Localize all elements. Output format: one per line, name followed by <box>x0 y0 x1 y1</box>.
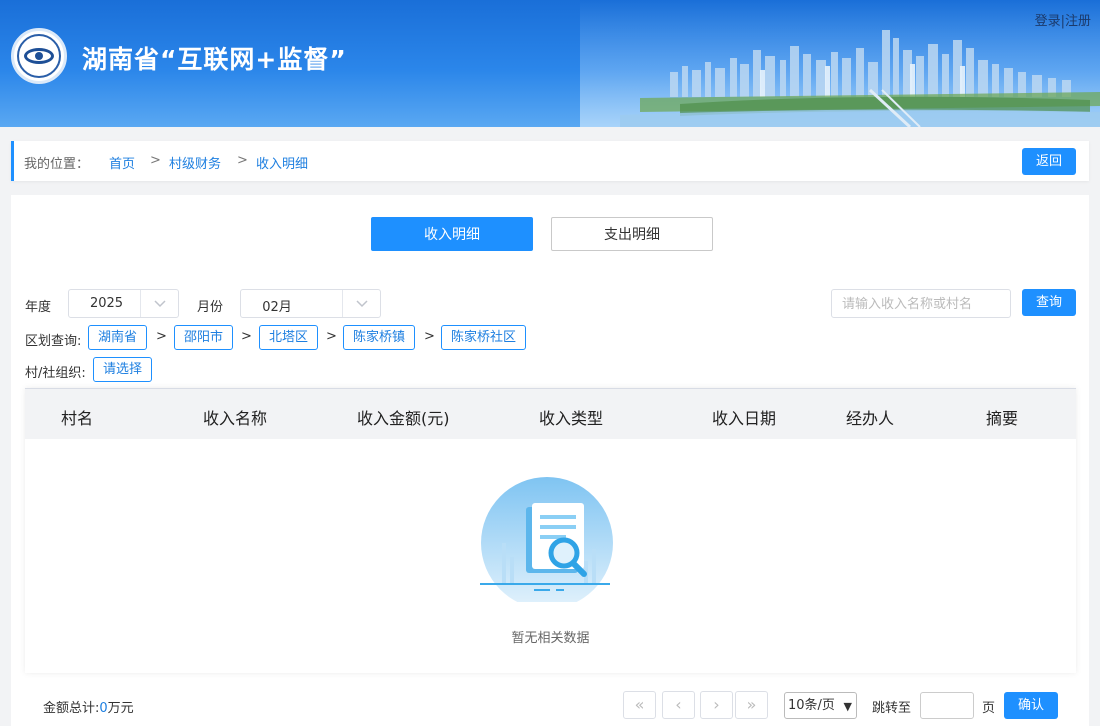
query-button[interactable]: 查询 <box>1022 289 1076 316</box>
auth-links: 登录|注册 <box>1035 10 1091 29</box>
year-label: 年度 <box>25 300 52 315</box>
region-separator: > <box>326 329 337 344</box>
first-page-button[interactable]: « <box>623 691 656 719</box>
chevron-down-icon <box>342 290 380 317</box>
region-tag-community[interactable]: 陈家桥社区 <box>441 325 527 350</box>
tab-expense-detail[interactable]: 支出明细 <box>551 217 713 251</box>
chevron-down-icon <box>140 290 178 317</box>
total-unit: 万元 <box>107 701 134 716</box>
breadcrumb-village-finance[interactable]: 村级财务 <box>169 153 221 172</box>
tab-income-detail[interactable]: 收入明细 <box>371 217 533 251</box>
chevron-down-icon: ▼ <box>843 700 852 713</box>
page-unit-label: 页 <box>982 701 996 716</box>
income-table: 村名 收入名称 收入金额(元) 收入类型 收入日期 经办人 摘要 暂无相关数据 <box>25 388 1076 673</box>
search-input[interactable] <box>831 289 1011 318</box>
org-label: 村/社组织: <box>25 366 86 381</box>
table-header: 村名 收入名称 收入金额(元) 收入类型 收入日期 经办人 摘要 <box>25 389 1076 439</box>
page-size-select[interactable]: 10条/页 ▼ <box>784 692 857 719</box>
register-link[interactable]: 注册 <box>1065 14 1091 29</box>
last-page-button[interactable]: » <box>735 691 768 719</box>
empty-data-text: 暂无相关数据 <box>511 631 590 646</box>
jump-page-input[interactable] <box>920 692 974 719</box>
region-tag-province[interactable]: 湖南省 <box>88 325 148 350</box>
region-separator: > <box>424 329 435 344</box>
page-size-value: 10条/页 <box>788 698 835 713</box>
confirm-button[interactable]: 确认 <box>1004 692 1058 719</box>
column-summary: 摘要 <box>986 409 1019 428</box>
location-label: 我的位置： <box>24 157 90 172</box>
site-title: 湖南省“互联网+监督” <box>82 45 347 74</box>
region-tag-city[interactable]: 邵阳市 <box>174 325 234 350</box>
column-handler: 经办人 <box>846 409 895 428</box>
city-skyline-banner <box>620 30 1100 127</box>
column-income-name: 收入名称 <box>203 409 268 428</box>
region-label: 区划查询: <box>25 334 82 349</box>
total-value: 0 <box>99 701 108 716</box>
login-link[interactable]: 登录 <box>1035 14 1061 29</box>
region-separator: > <box>241 329 252 344</box>
site-header: 湖南省“互联网+监督” 登录|注册 <box>0 0 1100 127</box>
column-income-date: 收入日期 <box>712 409 777 428</box>
breadcrumb: 我的位置： 首页 > 村级财务 > 收入明细 返回 <box>11 141 1089 181</box>
prev-page-button[interactable]: ‹ <box>662 691 695 719</box>
year-value: 2025 <box>89 296 124 311</box>
breadcrumb-separator: > <box>237 153 248 168</box>
column-income-type: 收入类型 <box>539 409 604 428</box>
month-select[interactable]: 02月 <box>240 289 381 318</box>
eye-icon <box>24 48 54 64</box>
column-income-amount: 收入金额(元) <box>357 409 450 428</box>
region-tag-district[interactable]: 北塔区 <box>259 325 319 350</box>
breadcrumb-separator: > <box>150 153 161 168</box>
column-village-name: 村名 <box>61 409 94 428</box>
main-panel: 收入明细 支出明细 年度 2025 月份 02月 查询 区划查询: 湖南省 > … <box>11 195 1089 726</box>
amount-total: 金额总计:0万元 <box>43 697 134 716</box>
year-select[interactable]: 2025 <box>68 289 179 318</box>
total-label: 金额总计: <box>43 701 100 716</box>
breadcrumb-home[interactable]: 首页 <box>109 153 135 172</box>
month-value: 02月 <box>262 300 292 315</box>
back-button[interactable]: 返回 <box>1022 148 1076 175</box>
region-tag-town[interactable]: 陈家桥镇 <box>343 325 416 350</box>
jump-label: 跳转至 <box>872 701 912 716</box>
org-select-button[interactable]: 请选择 <box>93 357 153 382</box>
breadcrumb-income-detail[interactable]: 收入明细 <box>256 153 308 172</box>
site-logo <box>11 28 67 84</box>
empty-data-icon <box>480 477 613 602</box>
region-separator: > <box>156 329 167 344</box>
logo-ring <box>17 34 61 78</box>
month-label: 月份 <box>197 300 224 315</box>
next-page-button[interactable]: › <box>700 691 733 719</box>
